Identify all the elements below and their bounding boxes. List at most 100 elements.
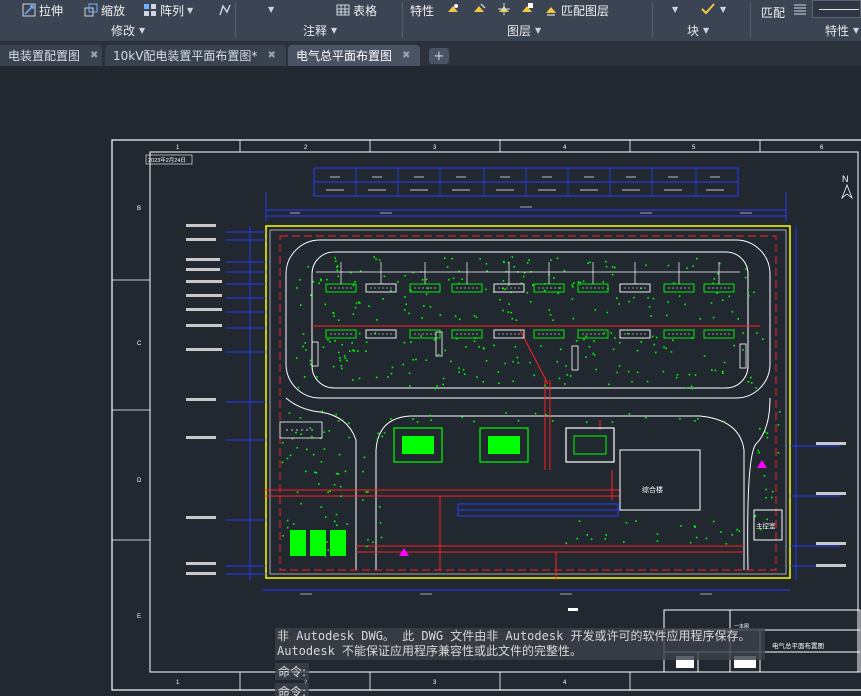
column-ruler (112, 140, 761, 690)
block-panel-title[interactable]: 块 ▼ (687, 22, 709, 39)
annotation-panel-title[interactable]: 注释 ▼ (303, 22, 337, 39)
command-prompt[interactable]: 命令: (275, 663, 310, 680)
tree-mark (553, 277, 555, 279)
tree-mark (383, 431, 386, 434)
tree-mark (463, 373, 466, 375)
tree-mark (534, 412, 537, 415)
properties-list-icon[interactable] (793, 2, 807, 16)
command-prompt[interactable]: 命令: (275, 683, 310, 696)
panel-divider (750, 2, 751, 38)
tree-mark (320, 506, 323, 508)
lineweight-select[interactable] (812, 0, 861, 18)
command-window[interactable]: 非 Autodesk DWG。 此 DWG 文件由非 Autodesk 开发或许… (275, 628, 765, 696)
tree-mark (334, 520, 336, 523)
tree-mark (723, 420, 726, 423)
layer-off-icon[interactable] (446, 2, 460, 16)
tree-mark (365, 350, 367, 352)
stretch-button[interactable]: 拉伸 (22, 1, 63, 19)
tree-mark (507, 311, 510, 313)
modify-panel-title[interactable]: 修改 ▼ (111, 22, 145, 39)
tree-mark (334, 257, 336, 259)
tree-mark (759, 427, 761, 430)
tree-mark (381, 435, 384, 438)
tree-mark (651, 335, 654, 338)
close-icon[interactable]: ✖ (90, 50, 98, 61)
tab-label: 电气总平面布置图 (296, 49, 393, 63)
tree-mark (652, 297, 655, 300)
tree-mark (337, 275, 340, 278)
block-edit-icon[interactable] (700, 2, 716, 16)
layer-isolate-icon[interactable] (472, 2, 486, 16)
tree-mark (640, 341, 642, 343)
tree-mark (712, 316, 715, 319)
tree-mark (314, 471, 316, 474)
tree-mark (517, 419, 520, 422)
drawing-sheet[interactable]: 1 2 3 4 5 6 1 2 3 4 B C D E 2023年2月24日 N (0, 66, 861, 696)
scale-label: 缩放 (101, 3, 126, 18)
tree-mark (311, 435, 313, 438)
tree-mark (379, 522, 382, 524)
layer-freeze-icon[interactable] (497, 2, 511, 16)
drawing-canvas[interactable]: 1 2 3 4 5 6 1 2 3 4 B C D E 2023年2月24日 N (0, 66, 861, 696)
tree-mark (504, 288, 506, 290)
array-button[interactable]: 阵列 ▼ (143, 1, 193, 19)
close-icon[interactable]: ✖ (267, 50, 275, 61)
tree-mark (731, 534, 733, 536)
tree-mark (605, 260, 607, 263)
polyline-edit-icon (219, 4, 231, 16)
tree-mark (340, 365, 343, 367)
command-message-line: 非 Autodesk DWG。 此 DWG 文件由非 Autodesk 开发或许… (277, 629, 751, 643)
tree-mark (758, 452, 760, 454)
tree-mark (656, 540, 659, 542)
tree-mark (720, 531, 722, 533)
tab-substation-config[interactable]: 电装置配置图 ✖ (0, 45, 102, 66)
scale-button[interactable]: 缩放 (84, 1, 125, 19)
tree-mark (333, 315, 335, 317)
match-properties-button[interactable]: 匹配 (761, 3, 785, 21)
chevron-down-icon[interactable]: ▼ (187, 6, 193, 15)
tree-mark (358, 332, 361, 335)
tree-mark (614, 337, 616, 339)
tree-mark (343, 355, 346, 357)
tree-mark (448, 278, 450, 281)
tree-mark (404, 309, 406, 311)
layer-properties-button[interactable]: 特性 (410, 1, 434, 19)
table-button[interactable]: 表格 (336, 1, 377, 19)
tab-10kv-layout[interactable]: 10kV配电装置平面布置图* ✖ (105, 45, 286, 66)
chevron-down-icon[interactable]: ▼ (268, 5, 274, 14)
tree-mark (667, 301, 669, 303)
tree-mark (571, 284, 573, 286)
tree-mark (281, 461, 284, 464)
tree-mark (340, 495, 342, 497)
tree-mark (288, 412, 291, 414)
file-tab-bar: 电装置配置图 ✖ 10kV配电装置平面布置图* ✖ 电气总平面布置图 ✖ + (0, 42, 861, 66)
tree-mark (623, 541, 625, 543)
tree-mark (335, 260, 337, 262)
layers-panel-title[interactable]: 图层 ▼ (507, 22, 541, 39)
col-label: 3 (433, 145, 437, 151)
tree-mark (322, 346, 325, 348)
tree-mark (402, 363, 405, 366)
tree-mark (723, 361, 726, 364)
tree-mark (618, 365, 621, 367)
tree-mark (380, 536, 383, 539)
tree-mark (585, 356, 587, 358)
new-tab-button[interactable]: + (429, 48, 449, 64)
chevron-down-icon[interactable]: ▼ (672, 5, 678, 14)
tree-mark (338, 453, 341, 456)
tree-mark (602, 281, 605, 283)
tree-mark (372, 541, 374, 543)
chevron-down-icon[interactable]: ▼ (720, 5, 726, 14)
tree-mark (312, 453, 315, 456)
tree-mark (430, 419, 432, 422)
properties-panel-title[interactable]: 特性 ▼ (825, 22, 859, 39)
tree-mark (516, 356, 519, 359)
tab-electrical-plan[interactable]: 电气总平面布置图 ✖ (288, 45, 420, 66)
match-layer-button[interactable]: 匹配图层 (544, 1, 609, 19)
tree-mark (604, 538, 606, 540)
close-icon[interactable]: ✖ (402, 50, 410, 61)
edit-polyline-button[interactable] (218, 1, 232, 19)
tree-mark (594, 309, 597, 311)
layer-lock-icon[interactable] (520, 2, 534, 16)
tree-mark (502, 280, 505, 282)
